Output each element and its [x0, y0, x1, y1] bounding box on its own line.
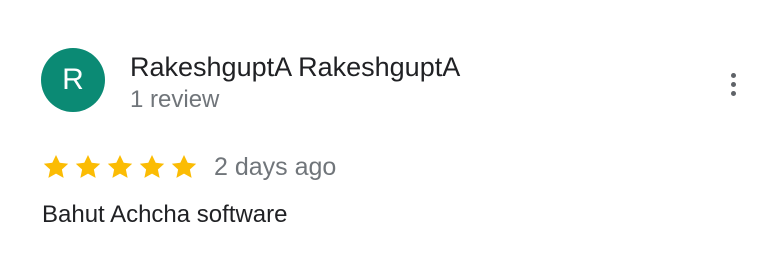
more-vert-icon-dot-3 — [730, 90, 736, 96]
more-vert-icon-dot-1 — [730, 72, 736, 78]
more-options-button[interactable] — [716, 64, 750, 104]
avatar-initial: R — [62, 63, 84, 96]
star-icon — [107, 155, 133, 178]
reviewer-avatar[interactable]: R — [41, 48, 105, 112]
star-shape — [107, 155, 133, 178]
review-count: 1 review — [130, 86, 220, 113]
star-icon — [75, 155, 101, 178]
star-icon — [43, 155, 69, 178]
star-icon — [139, 155, 165, 178]
star-shape — [43, 155, 69, 178]
star-rating — [41, 152, 201, 182]
star-shape — [139, 155, 165, 178]
star-shape — [171, 155, 197, 178]
reviewer-name[interactable]: RakeshguptA RakeshguptA — [130, 50, 460, 84]
star-icon — [171, 155, 197, 178]
review-card: R RakeshguptA RakeshguptA 1 review 2 day… — [0, 0, 782, 268]
review-text: Bahut Achcha software — [42, 201, 288, 228]
rating-row: 2 days ago — [41, 150, 336, 184]
star-shape — [75, 155, 101, 178]
more-vert-icon-dot-2 — [730, 81, 736, 87]
review-date: 2 days ago — [214, 153, 337, 181]
